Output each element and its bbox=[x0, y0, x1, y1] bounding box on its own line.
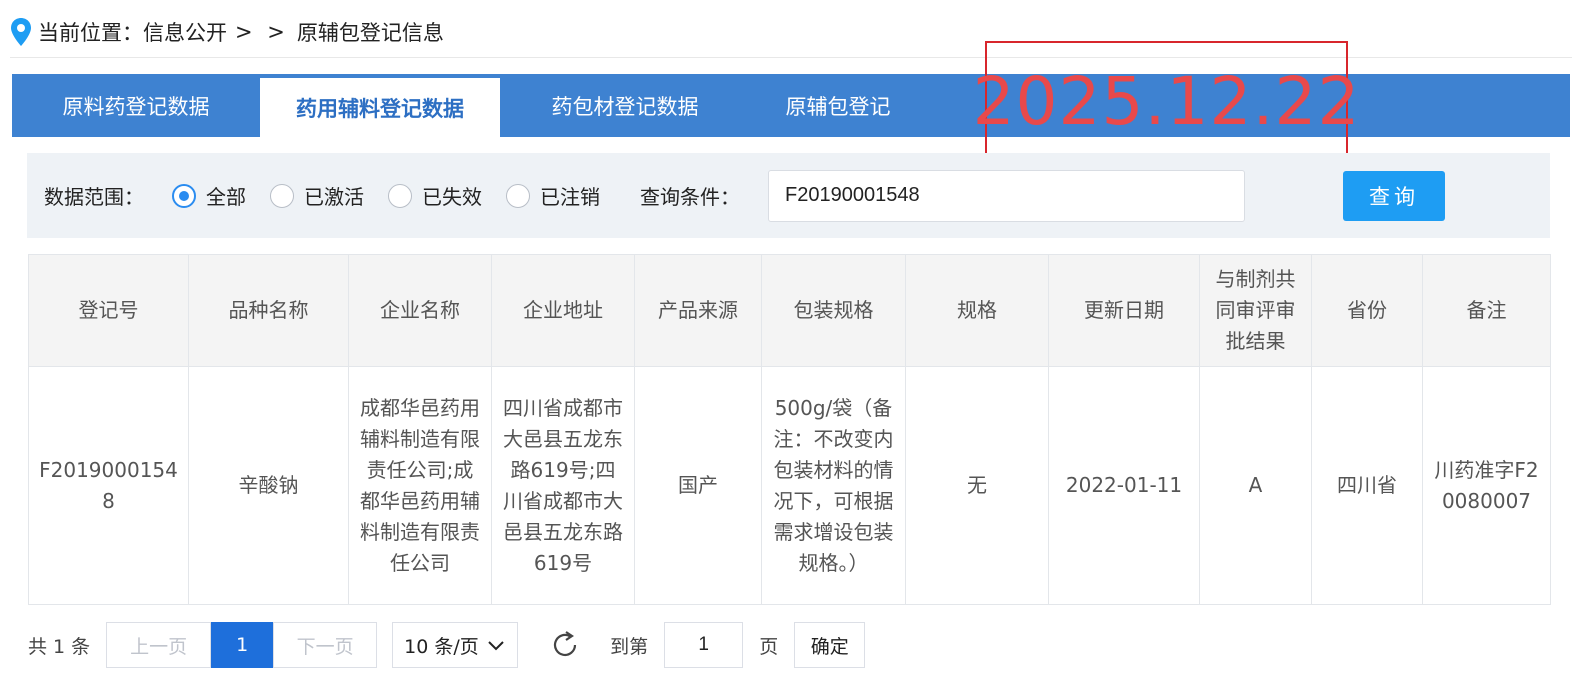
header-province: 省份 bbox=[1311, 254, 1423, 367]
location-pin-icon bbox=[11, 18, 31, 46]
cell-company-name: 成都华邑药用辅料制造有限责任公司;成都华邑药用辅料制造有限责任公司 bbox=[348, 366, 492, 605]
header-variety-name: 品种名称 bbox=[188, 254, 349, 367]
radio-label: 已失效 bbox=[422, 185, 482, 209]
pagination: 共 1 条 上一页 1 下一页 10 条/页 到第 页 确定 bbox=[28, 621, 866, 669]
header-company-name: 企业名称 bbox=[348, 254, 492, 367]
cell-packaging-spec: 500g/袋（备注：不改变内包装材料的情况下，可根据需求增设包装规格。） bbox=[761, 366, 906, 605]
breadcrumb-current: 原辅包登记信息 bbox=[296, 21, 444, 45]
query-input[interactable] bbox=[768, 169, 1245, 222]
confirm-goto-button[interactable]: 确定 bbox=[794, 622, 866, 668]
radio-expired[interactable]: 已失效 bbox=[388, 181, 482, 210]
breadcrumb-separator: > > bbox=[235, 20, 289, 44]
date-stamp: 2025.12.22 bbox=[973, 41, 1359, 162]
goto-page-input[interactable] bbox=[664, 622, 744, 668]
chevron-down-icon bbox=[488, 641, 504, 651]
cell-registration-no: F20190001548 bbox=[28, 366, 189, 605]
tab-packaging-registration[interactable]: 药包材登记数据 bbox=[500, 74, 750, 137]
total-count: 共 1 条 bbox=[28, 635, 91, 658]
radio-all[interactable]: 全部 bbox=[172, 181, 246, 210]
radio-circle bbox=[506, 183, 530, 208]
page-size-value: 10 条/页 bbox=[404, 635, 479, 658]
goto-label: 到第 bbox=[610, 635, 649, 658]
page-button-current[interactable]: 1 bbox=[211, 622, 274, 668]
radio-cancelled[interactable]: 已注销 bbox=[506, 181, 600, 210]
cell-company-address: 四川省成都市大邑县五龙东路619号;四川省成都市大邑县五龙东路619号 bbox=[491, 366, 635, 605]
header-company-address: 企业地址 bbox=[491, 254, 635, 367]
header-update-date: 更新日期 bbox=[1048, 254, 1200, 367]
cell-remarks: 川药准字F20080007 bbox=[1422, 366, 1551, 605]
refresh-icon[interactable] bbox=[550, 630, 580, 660]
next-page-button[interactable]: 下一页 bbox=[273, 622, 378, 668]
header-review-result: 与制剂共同审评审批结果 bbox=[1199, 254, 1312, 367]
breadcrumb: 当前位置： 信息公开 > > 原辅包登记信息 bbox=[10, 14, 444, 50]
radio-label: 全部 bbox=[206, 185, 246, 209]
cell-province: 四川省 bbox=[1311, 366, 1423, 605]
scope-label: 数据范围： bbox=[44, 185, 144, 209]
results-table: 登记号 品种名称 企业名称 企业地址 产品来源 包装规格 规格 更新日期 与制剂… bbox=[28, 254, 1551, 605]
radio-circle bbox=[172, 183, 196, 208]
page-unit-label: 页 bbox=[759, 635, 779, 658]
table-header-row: 登记号 品种名称 企业名称 企业地址 产品来源 包装规格 规格 更新日期 与制剂… bbox=[28, 254, 1551, 367]
tab-excipient-registration[interactable]: 药用辅料登记数据 bbox=[260, 78, 500, 137]
radio-circle bbox=[270, 183, 294, 208]
page-size-select[interactable]: 10 条/页 bbox=[392, 622, 519, 668]
header-product-source: 产品来源 bbox=[634, 254, 762, 367]
condition-label: 查询条件： bbox=[640, 185, 740, 209]
radio-label: 已激活 bbox=[304, 185, 364, 209]
cell-review-result: A bbox=[1199, 366, 1312, 605]
tab-api-registration[interactable]: 原料药登记数据 bbox=[12, 74, 260, 137]
cell-variety-name: 辛酸钠 bbox=[188, 366, 349, 605]
radio-activated[interactable]: 已激活 bbox=[270, 181, 364, 210]
prev-page-button[interactable]: 上一页 bbox=[106, 622, 212, 668]
search-button[interactable]: 查询 bbox=[1343, 171, 1445, 221]
header-remarks: 备注 bbox=[1422, 254, 1551, 367]
header-registration-no: 登记号 bbox=[28, 254, 189, 367]
radio-label: 已注销 bbox=[540, 185, 600, 209]
cell-spec: 无 bbox=[905, 366, 1049, 605]
table-row: F20190001548 辛酸钠 成都华邑药用辅料制造有限责任公司;成都华邑药用… bbox=[28, 366, 1551, 605]
radio-circle bbox=[388, 183, 412, 208]
tab-combined-registration[interactable]: 原辅包登记 bbox=[750, 74, 926, 137]
breadcrumb-prefix: 当前位置： bbox=[38, 21, 143, 45]
header-packaging-spec: 包装规格 bbox=[761, 254, 906, 367]
cell-product-source: 国产 bbox=[634, 366, 762, 605]
cell-update-date: 2022-01-11 bbox=[1048, 366, 1200, 605]
filter-bar: 数据范围： 全部 已激活 已失效 已注销 查询条件： 查询 bbox=[27, 153, 1550, 238]
header-spec: 规格 bbox=[905, 254, 1049, 367]
breadcrumb-section[interactable]: 信息公开 bbox=[143, 17, 227, 47]
